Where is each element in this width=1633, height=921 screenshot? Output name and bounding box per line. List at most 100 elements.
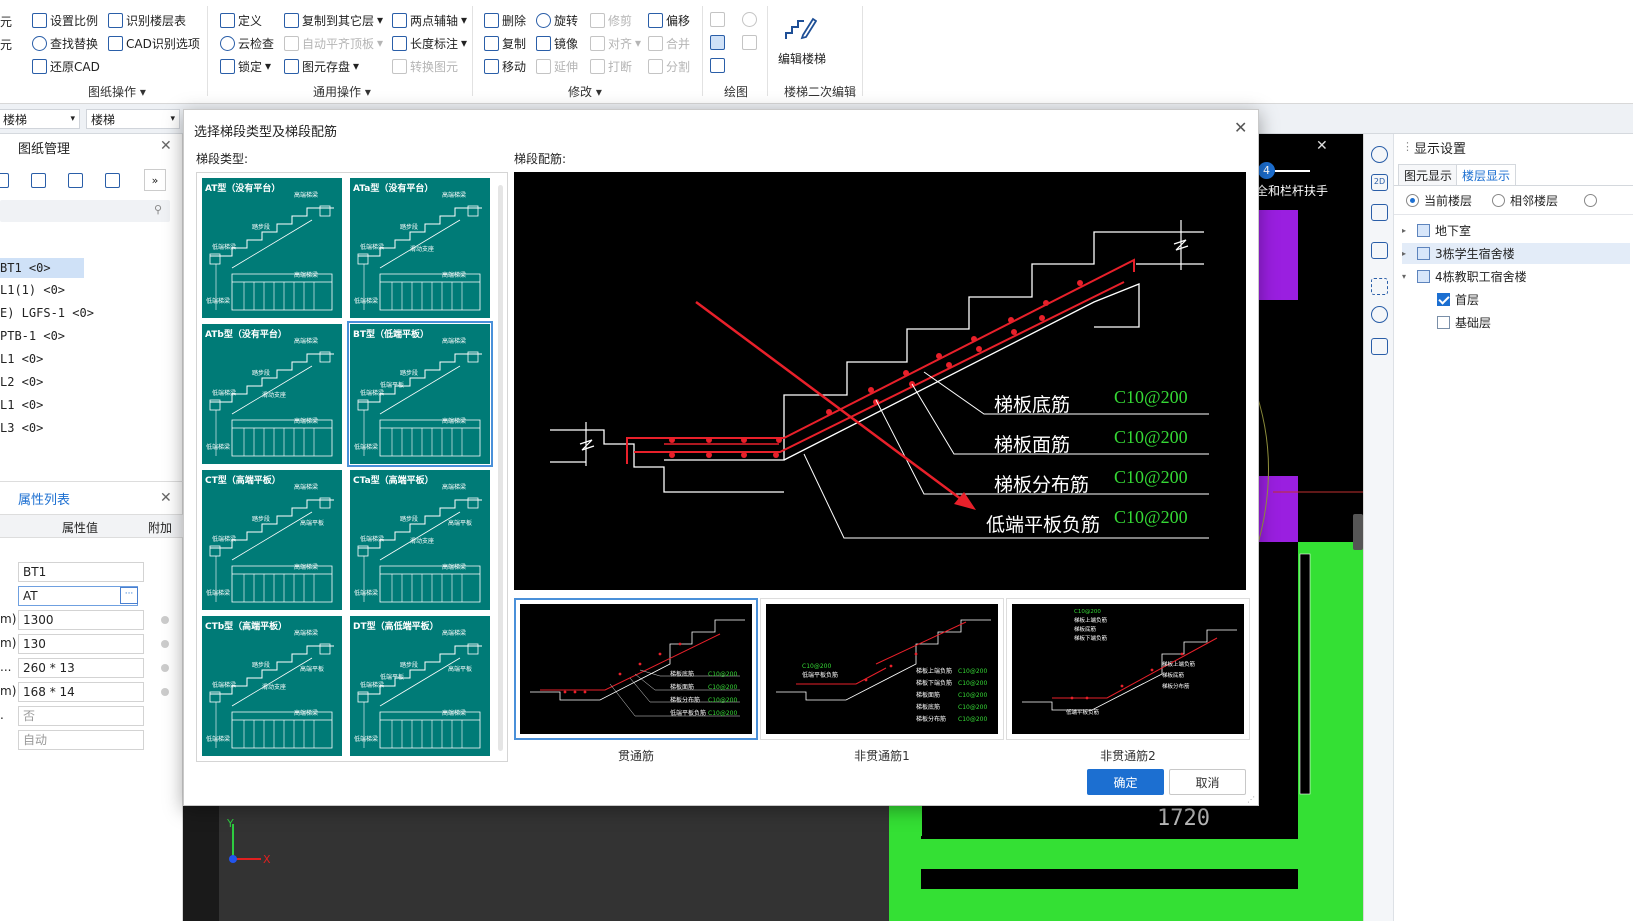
group-label-drawing[interactable]: 图纸操作 ▾: [88, 83, 146, 100]
floor-tree-item[interactable]: ▸ 地下室: [1402, 220, 1630, 241]
move-button[interactable]: 移动: [484, 56, 526, 76]
save-icon[interactable]: [105, 172, 120, 188]
align-button[interactable]: 对齐 ▾: [590, 33, 641, 53]
variant-nonthrough-1[interactable]: C10@200 低端平板负筋 梯板上端负筋 梯板下端负筋 梯板面筋 梯板底筋 梯板分布筋 …: [760, 598, 1004, 740]
floor-tree-item[interactable]: ▾ 4栋教职工宿舍楼: [1402, 266, 1630, 287]
tree-item[interactable]: L1(1) <0>: [0, 283, 65, 297]
floor-checkbox[interactable]: [1437, 316, 1450, 329]
chevron-right-icon[interactable]: ▸: [1402, 226, 1412, 235]
view-rotate-icon[interactable]: [1371, 146, 1388, 163]
radio-current-floor[interactable]: [1406, 194, 1419, 207]
props-title[interactable]: 属性列表: [18, 485, 70, 511]
radio-adjacent-floor[interactable]: [1492, 194, 1505, 207]
cloud-check-button[interactable]: 云检查: [220, 33, 274, 53]
trim-button[interactable]: 修剪: [590, 10, 632, 30]
type-select[interactable]: 楼梯 ▾: [86, 109, 180, 129]
prop-value-field[interactable]: BT1: [18, 562, 144, 582]
floor-checkbox[interactable]: [1437, 293, 1450, 306]
prop-value-field[interactable]: 自动: [18, 730, 144, 750]
copy-to-layer-button[interactable]: 复制到其它层 ▾: [284, 10, 383, 30]
recognize-floor-table-button[interactable]: 识别楼层表: [108, 10, 186, 30]
tree-item[interactable]: E) LGFS-1 <0>: [0, 306, 94, 320]
stair-type-option[interactable]: BT型（低端平板） 高端梯梁 踏步段 低端梯梁 高端梯梁 低端梯梁 低端平板: [347, 321, 493, 467]
stair-type-option[interactable]: DT型（高低端平板） 高端梯梁 踏步段 低端梯梁 高端梯梁 低端梯梁 低端平板 高端平板: [347, 613, 493, 759]
variant-nonthrough-2[interactable]: C10@200 梯板上端负筋 梯板底筋 梯板下端负筋 梯板上端负筋 梯板底筋 梯板分布筋 …: [1006, 598, 1250, 740]
merge-button[interactable]: 合并: [648, 33, 690, 53]
tab-floor-display[interactable]: 楼层显示: [1456, 164, 1517, 186]
tree-item[interactable]: PTB-1 <0>: [0, 329, 65, 343]
stair-type-option[interactable]: CTb型（高端平板） 高端梯梁 踏步段 低端梯梁 高端梯梁 低端梯梁 高端平板 滑动支座: [199, 613, 345, 759]
radio-all-floors[interactable]: [1584, 194, 1597, 207]
split-button[interactable]: 分割: [648, 56, 690, 76]
search-input[interactable]: ⚲: [0, 200, 170, 222]
rect-draw-icon[interactable]: [742, 35, 757, 50]
close-icon[interactable]: ✕: [1316, 138, 1328, 154]
floor-tree-item[interactable]: ▸ 3栋学生宿舍楼: [1402, 243, 1630, 264]
angle-icon[interactable]: [742, 12, 757, 27]
view-cube-icon[interactable]: [1371, 306, 1388, 323]
panel-collapse-handle[interactable]: [1353, 514, 1363, 550]
chevron-down-icon[interactable]: ▾: [1402, 272, 1412, 281]
copy-icon[interactable]: [68, 172, 83, 188]
edit-stair-button[interactable]: 编辑楼梯: [778, 48, 826, 68]
restore-cad-button[interactable]: 还原CAD: [32, 56, 100, 76]
group-label-modify[interactable]: 修改 ▾: [568, 83, 602, 100]
view-box-icon[interactable]: [1371, 242, 1388, 259]
prop-value-field[interactable]: 130: [18, 634, 144, 654]
stair-type-option[interactable]: CTa型（高端平板） 高端梯梁 踏步段 低端梯梁 高端梯梁 低端梯梁 高端平板 滑动支座: [347, 467, 493, 613]
ok-button[interactable]: 确定: [1087, 769, 1164, 795]
more-icon[interactable]: »: [144, 169, 166, 191]
stair-type-list[interactable]: AT型（没有平台） 高端梯梁 踏步段 低端梯梁 高端梯梁 低端梯梁 ATa型（没有平台） 高端…: [196, 172, 508, 762]
floor-checkbox[interactable]: [1417, 247, 1430, 260]
offset-button[interactable]: 偏移: [648, 10, 690, 30]
cancel-button[interactable]: 取消: [1169, 769, 1246, 795]
two-point-axis-button[interactable]: 两点辅轴 ▾: [392, 10, 467, 30]
ellipsis-button[interactable]: ···: [120, 587, 138, 604]
tab-element-display[interactable]: 图元显示: [1398, 164, 1459, 186]
tree-item[interactable]: L3 <0>: [0, 421, 43, 435]
arc-draw-icon[interactable]: [710, 58, 725, 73]
floor-tree-item[interactable]: 首层: [1422, 289, 1630, 310]
break-button[interactable]: 打断: [590, 56, 632, 76]
close-icon[interactable]: ✕: [160, 138, 172, 154]
extend-button[interactable]: 延伸: [536, 56, 578, 76]
tree-item[interactable]: L2 <0>: [0, 375, 43, 389]
copy-button[interactable]: 复制: [484, 33, 526, 53]
view-3d-icon[interactable]: [1371, 204, 1388, 221]
stair-type-option[interactable]: AT型（没有平台） 高端梯梁 踏步段 低端梯梁 高端梯梁 低端梯梁: [199, 175, 345, 321]
drag-handle-icon[interactable]: ⋮: [1402, 140, 1413, 153]
tree-item[interactable]: L1 <0>: [0, 352, 43, 366]
view-settings-icon[interactable]: [1371, 338, 1388, 355]
delete-button[interactable]: 删除: [484, 10, 526, 30]
auto-align-top-button[interactable]: 自动平齐顶板 ▾: [284, 33, 383, 53]
resize-grip-icon[interactable]: ⋰: [1247, 795, 1255, 804]
new-icon[interactable]: [0, 172, 9, 188]
prop-value-field[interactable]: 168 * 14: [18, 682, 144, 702]
floor-checkbox[interactable]: [1417, 224, 1430, 237]
category-select[interactable]: 楼梯 ▾: [0, 109, 80, 129]
zoom-extent-icon[interactable]: [1371, 278, 1388, 295]
cad-options-button[interactable]: CAD识别选项: [108, 33, 200, 53]
prop-value-field[interactable]: 260 * 13: [18, 658, 144, 678]
stair-type-option[interactable]: ATb型（没有平台） 高端梯梁 踏步段 低端梯梁 高端梯梁 低端梯梁 滑动支座: [199, 321, 345, 467]
prop-value-field[interactable]: 1300: [18, 610, 144, 630]
point-draw-icon[interactable]: [710, 12, 725, 27]
floor-checkbox[interactable]: [1417, 270, 1430, 283]
close-icon[interactable]: ✕: [160, 490, 172, 506]
variant-through[interactable]: 梯板底筋 梯板面筋 梯板分布筋 低端平板负筋 C10@200 C10@200 C10@20…: [514, 598, 758, 740]
save-element-button[interactable]: 图元存盘 ▾: [284, 56, 359, 76]
view-2d-icon[interactable]: 2D: [1371, 174, 1388, 191]
tree-item[interactable]: L1 <0>: [0, 398, 43, 412]
scrollbar[interactable]: [498, 185, 503, 751]
dialog-close-icon[interactable]: ✕: [1234, 118, 1247, 137]
stair-type-option[interactable]: CT型（高端平板） 高端梯梁 踏步段 低端梯梁 高端梯梁 低端梯梁 高端平板: [199, 467, 345, 613]
trash-icon[interactable]: [31, 172, 46, 188]
length-dimension-button[interactable]: 长度标注 ▾: [392, 33, 467, 53]
define-button[interactable]: 定义: [220, 10, 262, 30]
rotate-button[interactable]: 旋转: [536, 10, 578, 30]
prop-value-field[interactable]: 否: [18, 706, 144, 726]
mirror-button[interactable]: 镜像: [536, 33, 578, 53]
find-replace-button[interactable]: 查找替换: [32, 33, 98, 53]
tree-item[interactable]: BT1 <0>: [0, 258, 84, 278]
chevron-right-icon[interactable]: ▸: [1402, 249, 1412, 258]
